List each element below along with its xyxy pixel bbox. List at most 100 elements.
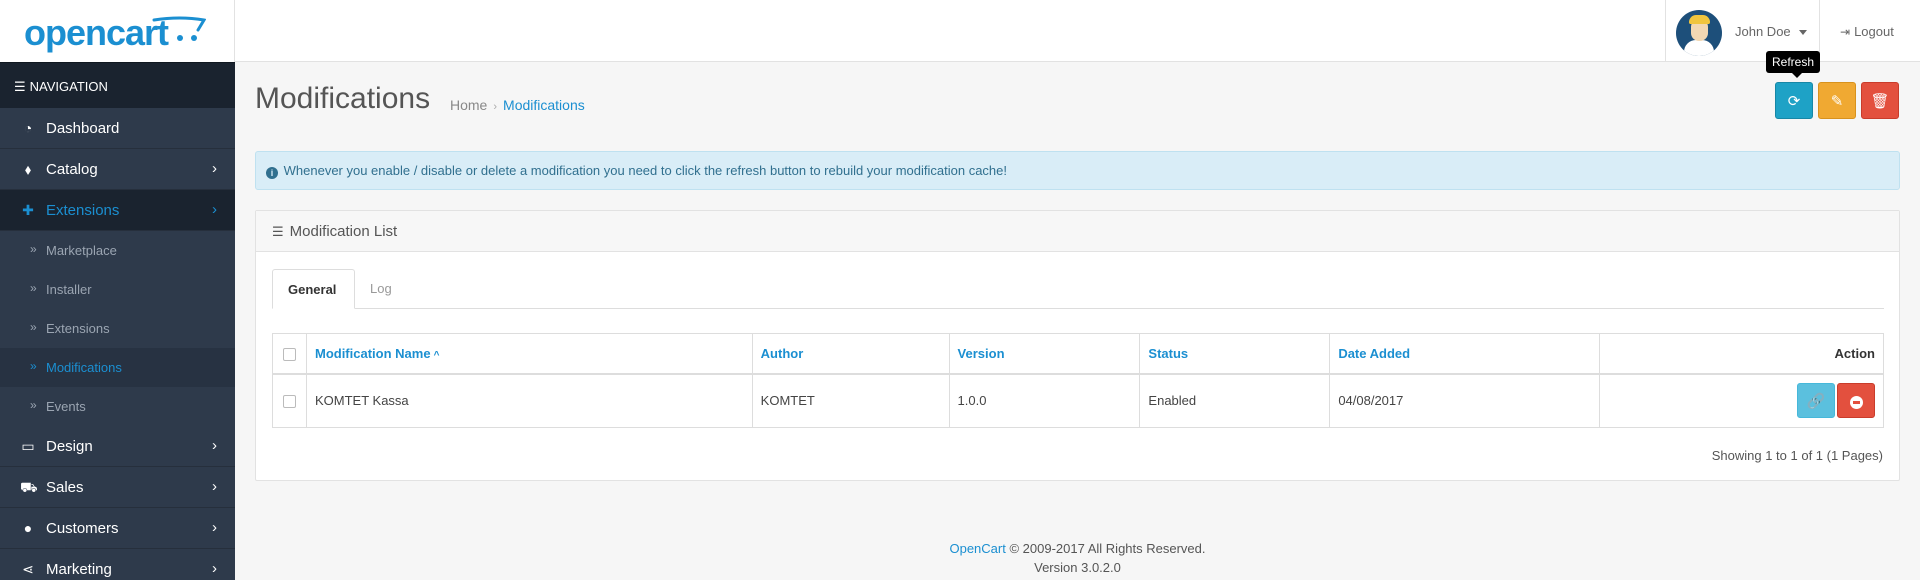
row-select-cell (272, 373, 307, 428)
logout-link[interactable]: ⇥ Logout (1840, 24, 1894, 39)
modification-table: Modification Name ^ Author Version Status… (272, 333, 1884, 428)
sort-asc-icon: ^ (433, 349, 440, 361)
logo-cart-icon (152, 16, 206, 41)
info-alert: i Whenever you enable / disable or delet… (255, 151, 1900, 190)
select-all-checkbox[interactable] (282, 347, 296, 361)
tab-general[interactable]: General (272, 269, 355, 309)
double-chevron-icon: » (30, 281, 37, 295)
logout-label: Logout (1854, 24, 1894, 39)
chevron-right-icon: › (212, 437, 217, 454)
pagination-text: Showing 1 to 1 of 1 (1 Pages) (1711, 448, 1883, 463)
sidebar-item-label: Customers (46, 520, 119, 537)
top-header: opencart John Doe ⇥ Logout (0, 0, 1920, 62)
share-icon: ⋖ (22, 561, 34, 577)
column-header-date-added[interactable]: Date Added (1329, 333, 1601, 375)
breadcrumb-current[interactable]: Modifications (503, 97, 585, 113)
column-header-author[interactable]: Author (751, 333, 950, 375)
minus-circle-icon (1849, 395, 1863, 409)
table-row: KOMTET Kassa KOMTET 1.0.0 Enabled 04/08/… (272, 373, 1884, 428)
sidebar-subitem-installer[interactable]: » Installer (0, 270, 235, 309)
avatar[interactable] (1676, 10, 1722, 56)
tags-icon: ⬧ (24, 161, 32, 177)
sidebar-subitem-label: Installer (46, 282, 92, 297)
footer-copyright: OpenCart © 2009-2017 All Rights Reserved… (235, 541, 1920, 556)
row-checkbox[interactable] (282, 395, 296, 409)
navigation-title-label: NAVIGATION (29, 79, 108, 94)
double-chevron-icon: » (30, 359, 37, 373)
sidebar-subitem-label: Modifications (46, 360, 122, 375)
cell-version: 1.0.0 (948, 373, 1141, 428)
column-header-name[interactable]: Modification Name ^ (305, 333, 753, 375)
refresh-button[interactable]: ⟳ (1775, 82, 1813, 119)
sidebar-subitem-label: Marketplace (46, 243, 117, 258)
sidebar-subitem-marketplace[interactable]: » Marketplace (0, 231, 235, 270)
page-title: Modifications (255, 82, 431, 115)
tab-log[interactable]: Log (355, 269, 407, 309)
sidebar-item-label: Marketing (46, 561, 112, 578)
navigation-title: ☰ NAVIGATION (0, 62, 235, 108)
sidebar-item-sales[interactable]: ⛟ Sales › (0, 467, 235, 508)
monitor-icon: ▭ (21, 438, 35, 454)
sidebar-subitem-label: Events (46, 399, 86, 414)
refresh-tooltip: Refresh (1766, 51, 1821, 78)
user-name-label: John Doe (1735, 24, 1791, 39)
sidebar-item-design[interactable]: ▭ Design › (0, 426, 235, 467)
column-header-label: Modification Name (314, 345, 431, 361)
sidebar-subitem-label: Extensions (46, 321, 110, 336)
sidebar-item-label: Design (46, 438, 93, 455)
puzzle-icon: ✚ (22, 202, 34, 218)
sidebar-item-dashboard[interactable]: ◔ Dashboard (0, 108, 235, 149)
double-chevron-icon: » (30, 398, 37, 412)
chevron-right-icon: › (212, 519, 217, 536)
link-icon: 🔗 (1806, 393, 1826, 411)
footer-copyright-text: © 2009-2017 All Rights Reserved. (1009, 541, 1206, 556)
refresh-icon: ⟳ (1787, 93, 1801, 110)
disable-button[interactable] (1837, 383, 1875, 419)
caret-down-icon (1798, 30, 1807, 36)
sidebar-subitem-modifications[interactable]: » Modifications (0, 348, 235, 387)
list-icon: ☰ (272, 224, 284, 239)
sidebar-item-extensions[interactable]: ✚ Extensions › (0, 190, 235, 231)
sidebar-subitem-events[interactable]: » Events (0, 387, 235, 426)
chevron-right-icon: › (212, 478, 217, 495)
user-icon: ● (23, 520, 33, 536)
column-header-status[interactable]: Status (1139, 333, 1331, 375)
sidebar-item-catalog[interactable]: ⬧ Catalog › (0, 149, 235, 190)
sidebar-item-marketing[interactable]: ⋖ Marketing › (0, 549, 235, 580)
panel-heading-label: Modification List (289, 223, 398, 240)
cart-icon: ⛟ (20, 479, 38, 495)
footer-opencart-link[interactable]: OpenCart (949, 541, 1005, 556)
double-chevron-icon: » (30, 320, 37, 334)
clear-button[interactable]: ✎ (1818, 82, 1856, 119)
tabs: General Log (272, 269, 1884, 309)
cell-action: 🔗 (1599, 373, 1884, 428)
column-header-action: Action (1599, 333, 1884, 375)
modification-list-panel: ☰ Modification List General Log Modificat… (255, 210, 1900, 481)
column-header-version[interactable]: Version (948, 333, 1141, 375)
info-circle-icon: i (266, 167, 278, 179)
opencart-logo[interactable]: opencart (24, 12, 169, 54)
double-chevron-icon: » (30, 242, 37, 256)
chevron-right-icon: › (212, 160, 217, 177)
bars-icon: ☰ (14, 79, 26, 94)
panel-heading: ☰ Modification List (256, 211, 1899, 252)
logo-area[interactable]: opencart (0, 0, 235, 62)
cell-status: Enabled (1139, 373, 1331, 428)
user-name-dropdown[interactable]: John Doe (1735, 24, 1807, 39)
sidebar-subitem-extensions[interactable]: » Extensions (0, 309, 235, 348)
delete-button[interactable]: 🗑 (1861, 82, 1899, 119)
sign-out-icon: ⇥ (1840, 25, 1851, 39)
select-all-cell (272, 333, 307, 375)
sidebar-item-label: Dashboard (46, 120, 120, 137)
cell-name: KOMTET Kassa (305, 373, 753, 428)
chevron-right-icon: › (212, 560, 217, 577)
dashboard-icon: ◔ (23, 120, 33, 136)
breadcrumb-home[interactable]: Home (450, 97, 487, 113)
trash-icon: 🗑 (1870, 93, 1890, 110)
cell-date-added: 04/08/2017 (1329, 373, 1601, 428)
sidebar: ☰ NAVIGATION ◔ Dashboard ⬧ Catalog › ✚ Ex… (0, 62, 235, 580)
cell-author: KOMTET (751, 373, 950, 428)
link-button[interactable]: 🔗 (1797, 383, 1835, 419)
footer-version: Version 3.0.2.0 (1034, 560, 1121, 575)
sidebar-item-customers[interactable]: ● Customers › (0, 508, 235, 549)
